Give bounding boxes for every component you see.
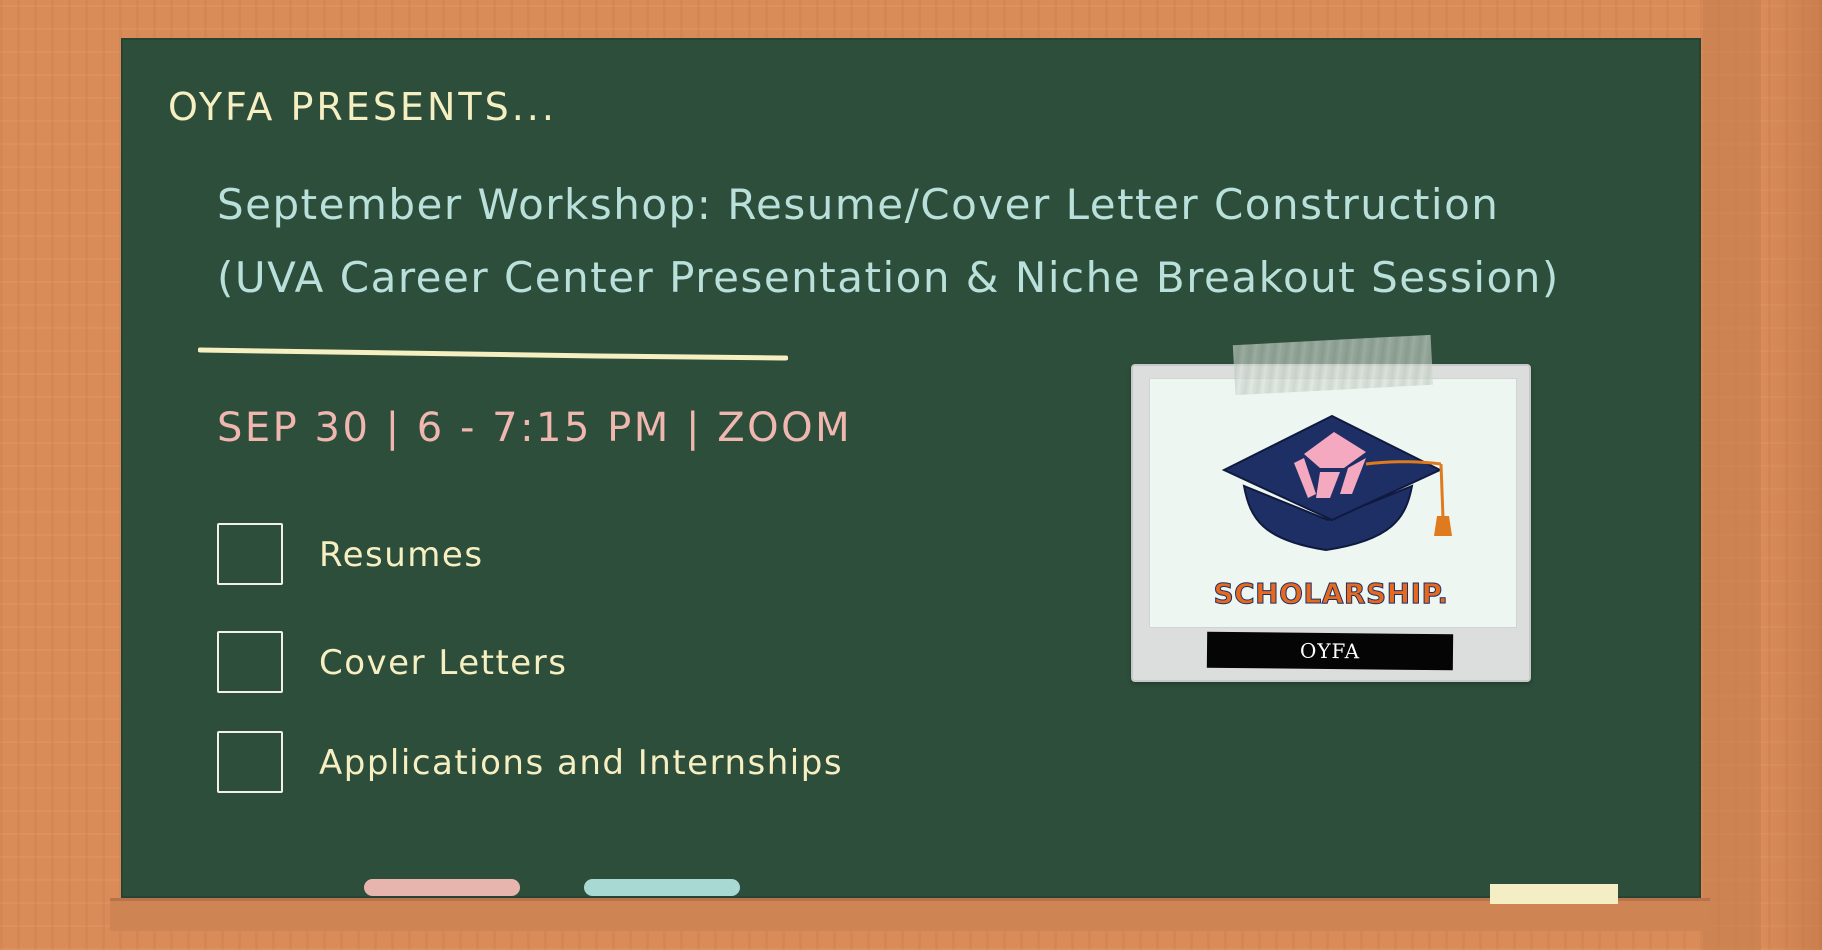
photo-caption-label: OYFA [1206,631,1454,671]
chalk-stick-icon [1490,884,1618,904]
chalk-stick-icon [584,879,740,896]
scholarship-logo-text: SCHOLARSHIP. [1213,577,1449,611]
frame-shade [1762,0,1822,950]
frame-right-post [1703,0,1761,950]
checkbox-icon[interactable] [217,523,283,585]
chalk-ledge [110,898,1710,931]
workshop-title-line-1: September Workshop: Resume/Cover Letter … [217,180,1500,229]
chalk-underline [198,347,788,361]
checkbox-icon[interactable] [217,631,283,693]
checklist-label: Resumes [319,535,484,575]
checkbox-icon[interactable] [217,731,283,793]
presents-heading: OYFA PRESENTS... [168,85,557,129]
checklist-label: Applications and Internships [319,743,844,783]
chalk-stick-icon [364,879,520,896]
graduation-cap-icon [1221,414,1452,552]
checklist-label: Cover Letters [319,643,568,683]
workshop-title-line-2: (UVA Career Center Presentation & Niche … [217,253,1560,302]
tape-icon [1232,334,1434,396]
event-date-time-location: SEP 30 | 6 - 7:15 PM | ZOOM [217,405,853,451]
